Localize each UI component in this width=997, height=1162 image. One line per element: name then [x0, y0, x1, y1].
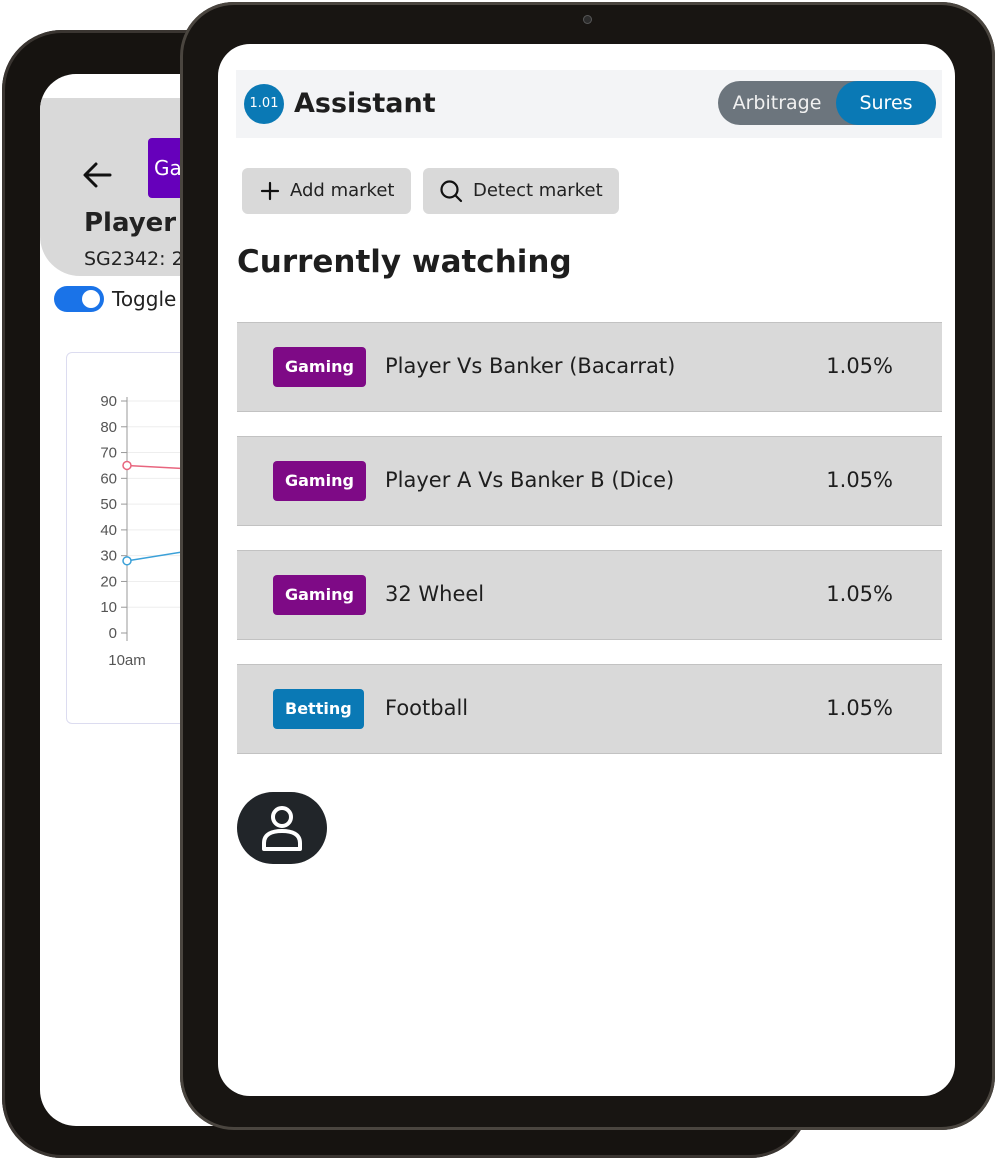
market-name: Player A Vs Banker B (Dice) — [385, 468, 675, 492]
category-tag: Gaming — [273, 575, 366, 615]
data-point — [122, 556, 132, 566]
front-screen: 1.01 Assistant Arbitrage Sures Add marke… — [218, 44, 955, 1096]
data-point — [122, 460, 132, 471]
y-tick-label: 70 — [100, 445, 117, 462]
market-name: Football — [385, 696, 469, 720]
add-market-button[interactable]: Add market — [242, 168, 411, 214]
camera-icon — [583, 15, 592, 24]
plus-icon — [260, 181, 280, 201]
market-row[interactable]: Betting Football 1.05% — [237, 664, 942, 754]
market-row[interactable]: Gaming Player A Vs Banker B (Dice) 1.05% — [237, 436, 942, 526]
y-tick-label: 30 — [100, 548, 117, 565]
x-tick-label: 10am — [108, 652, 146, 669]
market-percentage: 1.05% — [826, 468, 893, 492]
back-page-subtitle: SG2342: 2 — [84, 248, 184, 270]
chart-toggle-label: Toggle — [112, 287, 177, 311]
market-name: 32 Wheel — [385, 582, 485, 606]
market-row[interactable]: Gaming Player Vs Banker (Bacarrat) 1.05% — [237, 322, 942, 412]
y-tick-label: 90 — [100, 393, 117, 410]
profile-button[interactable] — [237, 792, 327, 864]
market-percentage: 1.05% — [826, 354, 893, 378]
category-tag: Betting — [273, 689, 364, 729]
section-title: Currently watching — [237, 244, 572, 280]
category-tag: Gaming — [273, 347, 366, 387]
y-tick-label: 50 — [100, 496, 117, 513]
top-bar: 1.01 Assistant Arbitrage Sures — [236, 70, 942, 138]
y-tick-label: 40 — [100, 522, 117, 539]
market-name: Player Vs Banker (Bacarrat) — [385, 354, 676, 378]
y-tick-label: 60 — [100, 470, 117, 487]
market-percentage: 1.05% — [826, 696, 893, 720]
search-icon — [440, 180, 463, 203]
market-row[interactable]: Gaming 32 Wheel 1.05% — [237, 550, 942, 640]
segment-sures[interactable]: Sures — [836, 81, 936, 125]
detect-market-button[interactable]: Detect market — [423, 168, 619, 214]
market-percentage: 1.05% — [826, 582, 893, 606]
category-tag: Gaming — [273, 461, 366, 501]
y-tick-label: 80 — [100, 419, 117, 436]
app-badge: 1.01 — [244, 84, 284, 124]
add-market-label: Add market — [290, 180, 395, 201]
y-tick-label: 0 — [109, 625, 117, 642]
segment-arbitrage[interactable]: Arbitrage — [718, 81, 836, 125]
detect-market-label: Detect market — [473, 180, 603, 201]
y-tick-label: 10 — [100, 599, 117, 616]
mode-segmented-control: Arbitrage Sures — [718, 81, 936, 125]
app-title: Assistant — [294, 88, 436, 119]
front-tablet: 1.01 Assistant Arbitrage Sures Add marke… — [180, 2, 995, 1130]
user-icon — [262, 806, 302, 851]
back-arrow-icon[interactable] — [80, 158, 114, 192]
chart-toggle-switch[interactable] — [54, 286, 104, 312]
y-tick-label: 20 — [100, 573, 117, 590]
